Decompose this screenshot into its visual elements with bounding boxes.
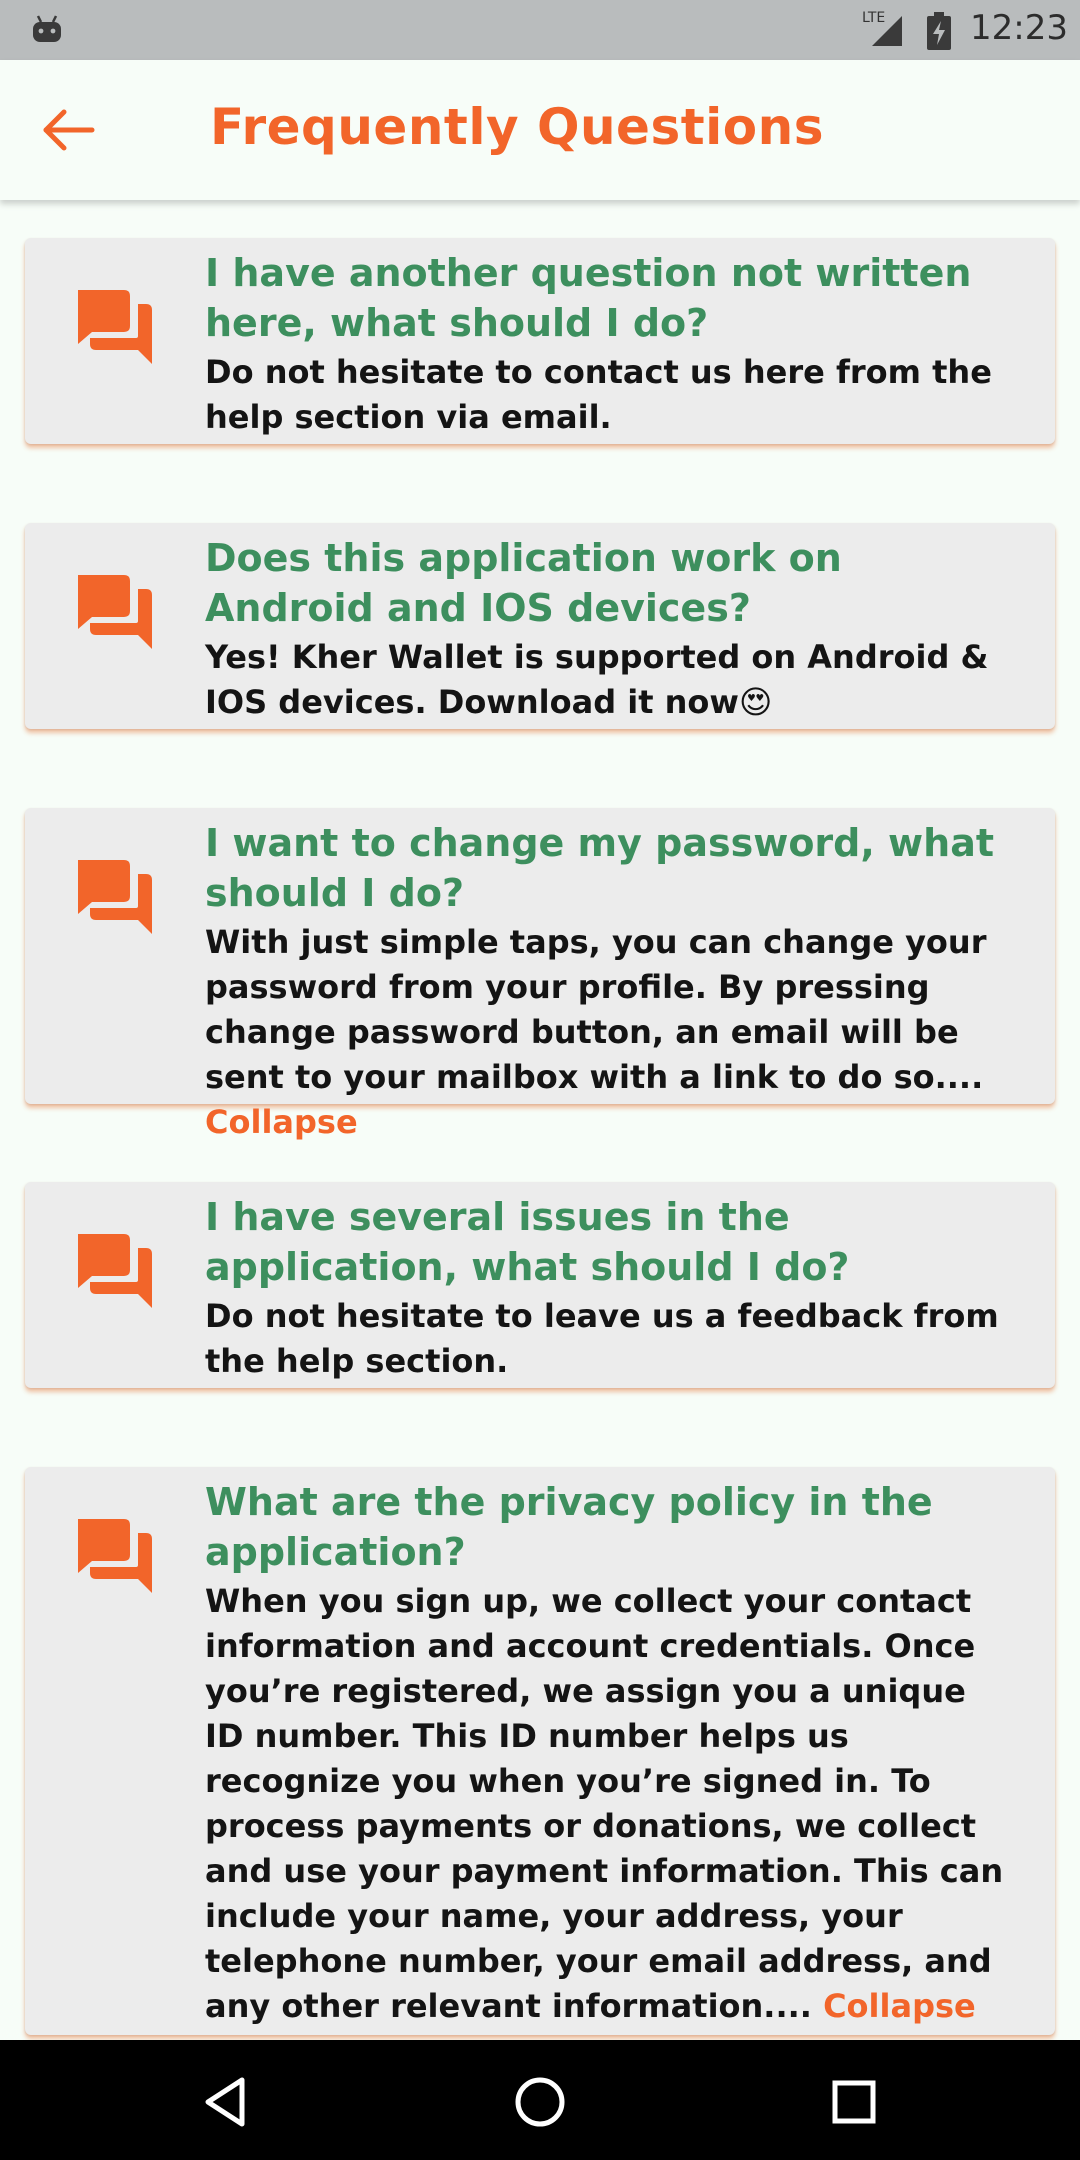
- collapse-link[interactable]: Collapse: [205, 1103, 358, 1141]
- faq-answer-text: Yes! Kher Wallet is supported on Android…: [205, 638, 989, 721]
- heart-eyes-emoji: 😍: [738, 683, 773, 721]
- app-bar: Frequently Questions: [0, 60, 1080, 200]
- faq-card[interactable]: I want to change my password, what shoul…: [25, 808, 1055, 1141]
- chat-bubbles-icon: [70, 856, 158, 940]
- chat-bubbles-icon: [70, 1230, 158, 1314]
- android-debug-icon: [33, 15, 61, 42]
- faq-card[interactable]: I have several issues in the application…: [25, 1182, 1055, 1388]
- faq-card[interactable]: What are the privacy policy in the appli…: [25, 1467, 1055, 2035]
- back-triangle-icon[interactable]: [196, 2070, 260, 2134]
- status-clock: 12:23: [970, 8, 1068, 48]
- faq-question: I want to change my password, what shoul…: [205, 821, 995, 915]
- arrow-left-icon[interactable]: [38, 104, 102, 156]
- signal-icon: [872, 16, 902, 46]
- faq-question: Does this application work on Android an…: [205, 536, 842, 630]
- faq-card[interactable]: Does this application work on Android an…: [25, 523, 1055, 729]
- page-title: Frequently Questions: [210, 98, 824, 156]
- faq-answer: Do not hesitate to contact us here from …: [205, 353, 992, 436]
- collapse-link[interactable]: Collapse: [823, 1987, 976, 2025]
- navigation-bar: [0, 2040, 1080, 2160]
- battery-icon: [927, 12, 951, 50]
- faq-answer: When you sign up, we collect your contac…: [205, 1579, 1015, 2029]
- home-circle-icon[interactable]: [508, 2070, 572, 2134]
- faq-question: What are the privacy policy in the appli…: [205, 1480, 933, 1574]
- faq-answer-text: When you sign up, we collect your contac…: [205, 1582, 1004, 2025]
- faq-answer: With just simple taps, you can change yo…: [205, 920, 1015, 1145]
- recents-square-icon[interactable]: [822, 2070, 886, 2134]
- chat-bubbles-icon: [70, 571, 158, 655]
- status-bar: LTE 12:23: [0, 0, 1080, 60]
- chat-bubbles-icon: [70, 1515, 158, 1599]
- faq-question: I have another question not written here…: [205, 251, 972, 345]
- faq-answer: Do not hesitate to leave us a feedback f…: [205, 1297, 999, 1380]
- chat-bubbles-icon: [70, 286, 158, 370]
- faq-question: I have several issues in the application…: [205, 1195, 850, 1289]
- faq-card[interactable]: I have another question not written here…: [25, 238, 1055, 444]
- faq-answer-text: With just simple taps, you can change yo…: [205, 923, 987, 1096]
- faq-answer: Yes! Kher Wallet is supported on Android…: [205, 635, 1015, 725]
